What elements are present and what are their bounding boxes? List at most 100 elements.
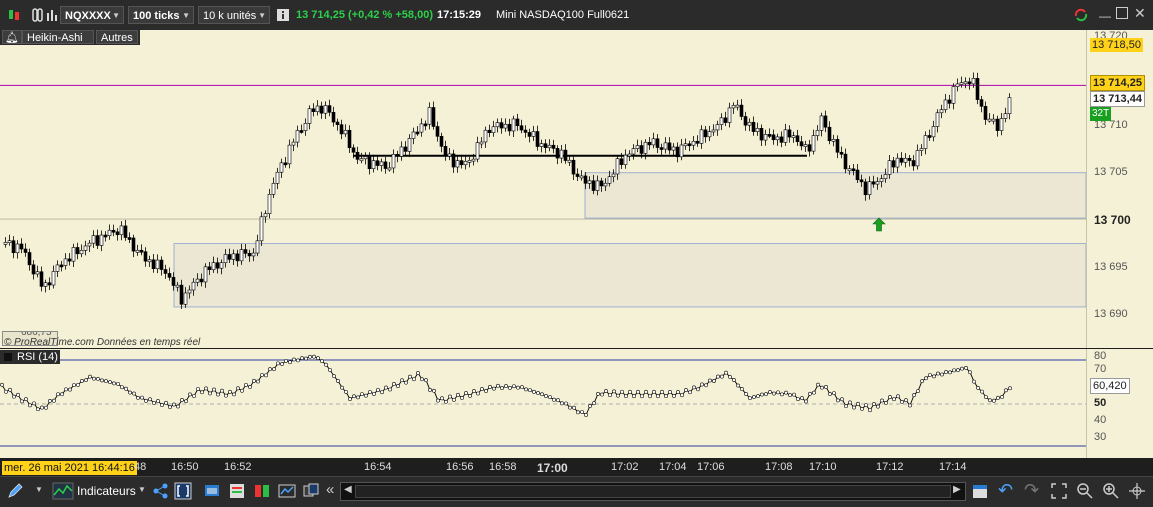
candle-body (599, 180, 604, 187)
time-axis[interactable]: mer. 26 mai 2021 16:44:16 48 16:50 16:52… (0, 458, 1086, 476)
last-price-label: 13 714,25 (1090, 75, 1145, 91)
share-icon[interactable] (152, 482, 170, 500)
candle-body (95, 235, 100, 246)
rsi-point (4, 389, 8, 394)
candle-body (367, 156, 372, 170)
minimize-icon[interactable]: — (1099, 9, 1111, 23)
rsi-point (760, 392, 764, 397)
rsi-point (924, 376, 928, 381)
bar-chart-icon[interactable] (44, 7, 60, 23)
rsi-point (248, 385, 252, 389)
candle-body (59, 264, 64, 268)
rsi-point (108, 380, 112, 385)
scroll-thumb[interactable] (355, 485, 951, 498)
rsi-point (592, 401, 596, 406)
time-scrollbar[interactable]: ◀ ▶ (340, 482, 966, 501)
info-icon[interactable] (276, 8, 290, 22)
candle-body (879, 178, 884, 182)
zoom-out-icon[interactable] (1076, 482, 1094, 500)
sync-arrows-icon[interactable] (1073, 7, 1089, 23)
bracket-icon[interactable] (174, 482, 192, 500)
rsi-point (672, 394, 676, 398)
redo-icon[interactable]: ↷ (1024, 480, 1039, 501)
rsi-tick: 50 (1094, 397, 1107, 409)
rsi-point (748, 396, 752, 401)
chart-subbar: 🔔︎ Heikin-Ashi Autres (0, 30, 140, 45)
close-icon[interactable]: ✕ (1134, 5, 1146, 22)
calendar-icon[interactable] (971, 482, 989, 500)
candle-body (823, 115, 828, 128)
candle-body (643, 141, 648, 154)
candle-body (143, 251, 148, 262)
pencil-icon[interactable] (6, 482, 24, 500)
price-chart[interactable]: 🔔︎ Heikin-Ashi Autres 686,75 © ProRealTi… (0, 30, 1086, 348)
candle-body (911, 160, 916, 167)
rsi-point (596, 391, 600, 396)
candle-body (127, 237, 132, 240)
indicators-button[interactable]: Indicateurs (77, 484, 136, 498)
heikin-ashi-button[interactable]: Heikin-Ashi (22, 30, 94, 44)
maximize-icon[interactable] (1116, 7, 1128, 19)
candle-body (659, 147, 664, 150)
rsi-point (308, 354, 312, 359)
candle-body (903, 157, 908, 163)
other-styles-button[interactable]: Autres (96, 30, 138, 44)
period-select[interactable]: 100 ticks ▼ (128, 6, 194, 24)
rsi-title-bar[interactable]: RSI (14) (0, 350, 60, 364)
chevron-down-icon[interactable]: ▼ (35, 485, 43, 494)
candle-body (715, 124, 720, 131)
candle-body (307, 108, 312, 124)
rsi-tick: 30 (1094, 431, 1107, 443)
window-icon[interactable] (203, 482, 221, 500)
candle-body (267, 194, 272, 214)
compare-icon[interactable] (302, 482, 320, 500)
rsi-point (132, 391, 136, 396)
bell-alert-icon[interactable]: 🔔︎ (2, 30, 22, 44)
scroll-left-icon[interactable]: ◀ (344, 484, 352, 495)
scroll-right-icon[interactable]: ▶ (953, 484, 961, 495)
candle-body (523, 129, 528, 133)
rsi-point (320, 359, 324, 364)
units-select[interactable]: 10 k unités ▼ (198, 6, 270, 24)
link-chain-icon[interactable] (29, 7, 45, 23)
rsi-point (768, 390, 772, 394)
candle-body (435, 126, 440, 137)
zoom-in-icon[interactable] (1102, 482, 1120, 500)
high-price-label: 13 718,50 (1090, 38, 1143, 52)
undo-icon[interactable]: ↶ (998, 480, 1013, 501)
rsi-point (488, 385, 492, 389)
zoom-fit-icon[interactable] (1050, 482, 1068, 500)
price-axis[interactable]: 13 720 13 710 13 705 13 700 13 695 13 69… (1086, 30, 1153, 348)
rsi-point (520, 385, 524, 390)
order-book-icon[interactable] (253, 482, 271, 500)
rsi-point (512, 384, 516, 389)
candle-body (619, 158, 624, 165)
rsi-point (780, 392, 784, 397)
candle-body (835, 139, 840, 153)
crosshair-icon[interactable] (1128, 482, 1146, 500)
candlestick-icon[interactable] (6, 7, 22, 23)
rewind-icon[interactable]: « (326, 481, 334, 498)
candle-body (967, 81, 972, 85)
rsi-point (180, 398, 184, 402)
candle-body (579, 175, 584, 179)
rsi-panel[interactable]: RSI (14) (0, 349, 1086, 458)
ticker-select[interactable]: NQXXXX ▼ (60, 6, 124, 24)
time-tick: 17:04 (659, 461, 687, 473)
list-icon[interactable] (228, 482, 246, 500)
candle-body (955, 83, 960, 87)
candle-body (611, 173, 616, 178)
candle-body (315, 105, 320, 112)
chart-window-icon[interactable] (278, 482, 296, 500)
rsi-point (744, 392, 748, 396)
indicators-icon[interactable] (52, 482, 74, 500)
candle-body (487, 129, 492, 133)
rsi-point (332, 374, 336, 379)
rsi-point (144, 398, 148, 403)
chevron-down-icon[interactable]: ▼ (138, 485, 146, 494)
candle-body (23, 248, 28, 253)
rsi-point (484, 389, 488, 393)
rsi-point (600, 392, 604, 397)
rsi-point (572, 405, 576, 410)
candle-body (675, 146, 680, 158)
